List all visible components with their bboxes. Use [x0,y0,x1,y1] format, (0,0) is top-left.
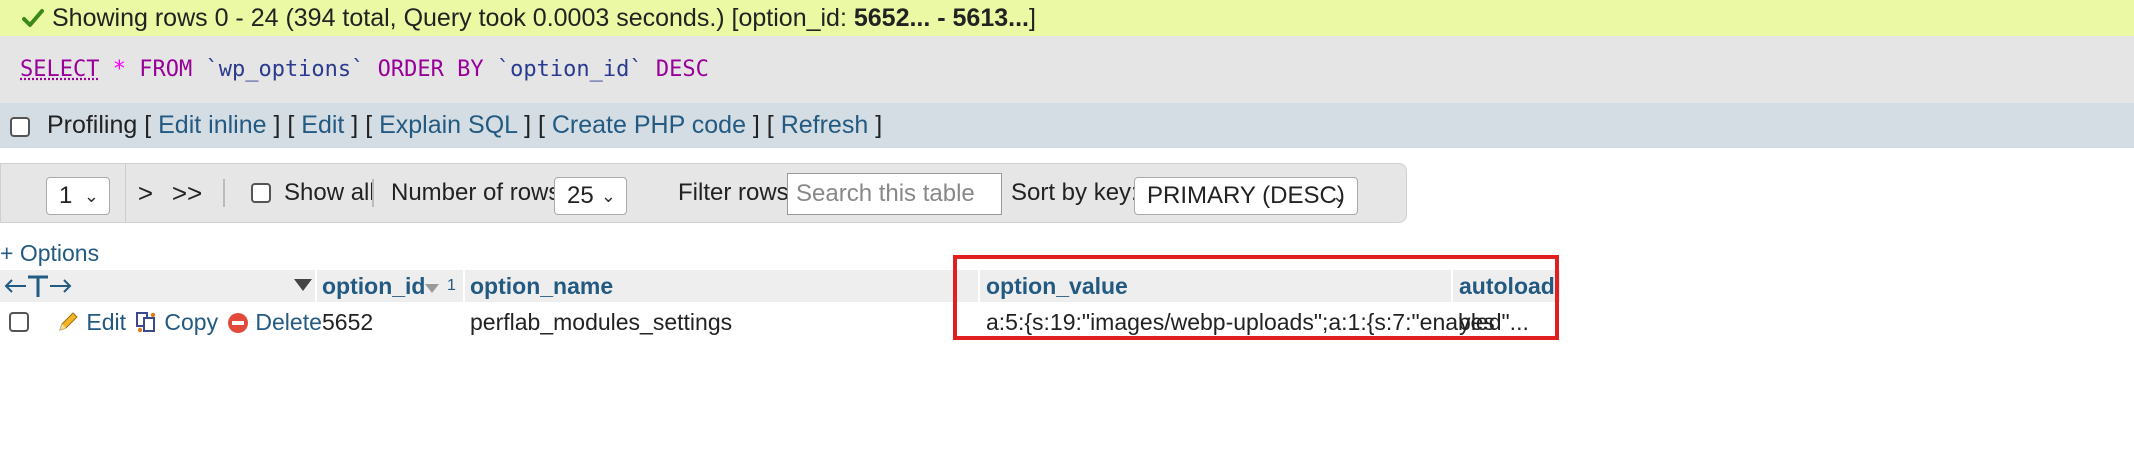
explain-sql-link[interactable]: Explain SQL [379,111,517,139]
divider [372,179,374,207]
column-header-option-value[interactable]: option_value [986,270,1128,302]
cell-option-id[interactable]: 5652 [322,302,373,342]
create-php-code-link[interactable]: Create PHP code [552,111,746,139]
row-checkbox[interactable] [9,312,29,332]
options-link[interactable]: + Options [0,240,99,267]
chevron-down-icon: ⌄ [1331,186,1347,206]
column-header-option-id[interactable]: option_id [322,270,425,302]
divider [223,179,225,207]
success-message: Showing rows 0 - 24 (394 total, Query to… [0,0,2134,36]
number-of-rows-label: Number of rows: [391,179,568,206]
profiling-checkbox[interactable] [10,117,30,137]
profiling-label: Profiling [46,111,138,139]
number-of-rows-select[interactable]: 25 ⌄ [554,177,627,215]
copy-label: Copy [164,309,219,335]
cell-option-name[interactable]: perflab_modules_settings [470,302,732,342]
chevron-down-icon: ⌄ [600,186,616,206]
next-page-button[interactable]: > [125,164,165,222]
chevron-down-icon: ⌄ [83,186,99,206]
filter-rows-input[interactable]: Search this table [787,173,1002,215]
sql-select-keyword[interactable]: SELECT [20,57,99,82]
success-range: 5652... - 5613... [853,4,1029,32]
delete-label: Delete [255,309,322,335]
cell-autoload[interactable]: yes [1459,302,1495,342]
refresh-link[interactable]: Refresh [781,111,869,139]
success-text: Showing rows 0 - 24 (394 total, Query to… [52,4,854,32]
edit-link[interactable]: Edit [301,111,344,139]
navigation-panel: 1 ⌄ > >> Show all Number of rows: 25 ⌄ F… [0,163,1407,223]
copy-icon [134,309,164,335]
last-page-button[interactable]: >> [165,164,209,222]
sort-by-key-select[interactable]: PRIMARY (DESC) ⌄ [1134,177,1358,215]
column-header-option-name[interactable]: option_name [470,270,613,302]
sort-order-index: 1 [447,277,456,294]
sql-table: `wp_options` [205,57,365,82]
filter-rows-label: Filter rows: [678,179,796,206]
show-all-label: Show all [284,179,375,206]
pencil-icon [56,309,86,335]
check-icon [22,2,44,38]
edit-label: Edit [86,309,127,335]
edit-inline-link[interactable]: Edit inline [158,111,266,139]
table-row: Edit Copy Delete 5652 perflab_modules_se… [0,302,1560,342]
sql-query: SELECT * FROM `wp_options` ORDER BY `opt… [0,36,2134,103]
sort-descending-icon [425,281,439,299]
cell-option-value[interactable]: a:5:{s:19:"images/webp-uploads";a:1:{s:7… [986,302,1529,342]
delete-icon [227,309,255,335]
page-select[interactable]: 1 ⌄ [46,177,110,215]
show-all-checkbox[interactable] [251,183,271,203]
column-header-autoload[interactable]: autoload [1459,270,1555,302]
copy-row-button[interactable]: Copy [134,302,218,342]
edit-row-button[interactable]: Edit [56,302,126,342]
profiling-bar: Profiling [ Edit inline ] [ Edit ] [ Exp… [0,103,2134,148]
column-dropdown-icon[interactable] [294,279,312,298]
table-header: option_id 1 option_name option_value aut… [0,270,1560,302]
delete-row-button[interactable]: Delete [227,302,322,342]
column-resize-arrows-icon[interactable] [4,274,74,303]
sql-column: `option_id` [496,57,643,82]
sort-by-key-label: Sort by key: [1011,179,1138,206]
